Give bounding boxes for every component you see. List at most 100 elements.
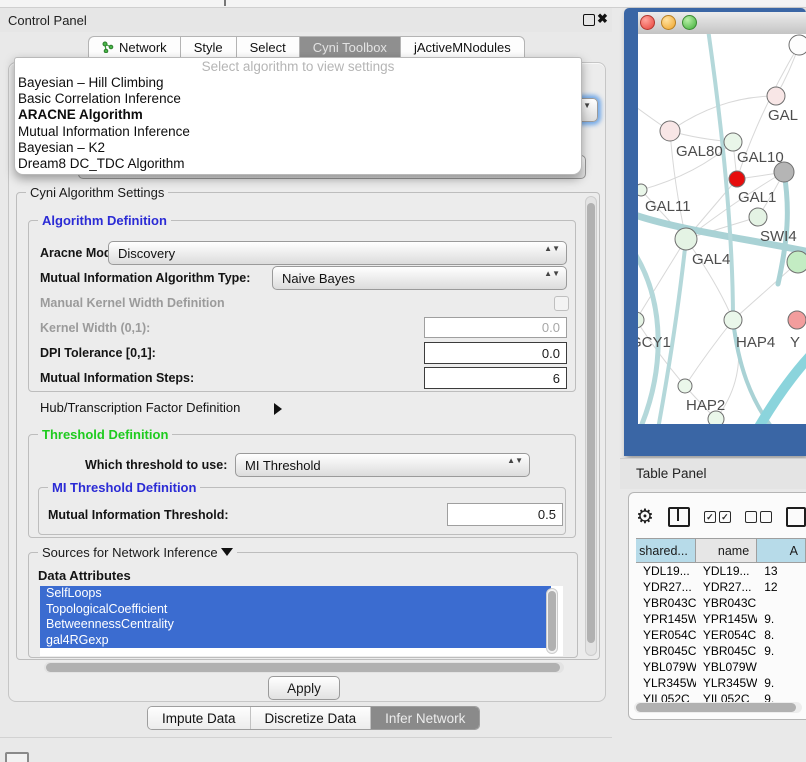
attribute-list-item[interactable]: SelfLoops bbox=[40, 586, 551, 602]
table-row[interactable]: YPR145WYPR145W9. bbox=[636, 611, 806, 627]
network-canvas[interactable]: GALGAL80GAL10GAL1GAL11SWI4GAL4GCY1HAP4YH… bbox=[638, 34, 806, 424]
minimized-panel-icon[interactable] bbox=[5, 752, 29, 762]
close-panel-icon[interactable]: ✖ bbox=[597, 11, 608, 27]
gear-icon[interactable]: ⚙ bbox=[636, 507, 654, 527]
network-edge-thick[interactable] bbox=[658, 239, 686, 424]
network-edge[interactable] bbox=[733, 262, 798, 320]
spinner-arrows-icon: ▲▼ bbox=[507, 457, 523, 465]
settings-hscrollbar[interactable] bbox=[44, 662, 564, 673]
tab-cyni-toolbox[interactable]: Cyni Toolbox bbox=[299, 36, 400, 58]
dpi-tolerance-field[interactable]: 0.0 bbox=[424, 342, 567, 364]
tab-infer-network[interactable]: Infer Network bbox=[371, 707, 479, 729]
mi-steps-label: Mutual Information Steps: bbox=[40, 371, 194, 385]
network-node[interactable] bbox=[638, 312, 644, 328]
hub-expand-arrow-icon[interactable] bbox=[274, 400, 282, 418]
mi-steps-field[interactable]: 6 bbox=[424, 367, 567, 389]
kernel-width-field[interactable]: 0.0 bbox=[424, 317, 567, 338]
table-cell: 9. bbox=[757, 611, 806, 627]
algorithm-option[interactable]: Bayesian – K2 bbox=[15, 140, 581, 156]
algorithm-option[interactable]: Basic Correlation Inference bbox=[15, 91, 581, 107]
attributes-scrollbar-thumb[interactable] bbox=[548, 591, 556, 651]
network-canvas-container: GALGAL80GAL10GAL1GAL11SWI4GAL4GCY1HAP4YH… bbox=[638, 34, 806, 424]
float-panel-icon[interactable] bbox=[583, 14, 595, 26]
table-row[interactable]: YLR345WYLR345W9. bbox=[636, 675, 806, 691]
network-node[interactable] bbox=[675, 228, 697, 250]
table-cell bbox=[757, 659, 806, 675]
network-node[interactable] bbox=[787, 251, 806, 273]
aracne-mode-combo[interactable]: Discovery ▲▼ bbox=[108, 241, 567, 265]
network-node[interactable] bbox=[660, 121, 680, 141]
algorithm-option[interactable]: Bayesian – Hill Climbing bbox=[15, 75, 581, 91]
table-column-header[interactable]: shared... bbox=[636, 539, 696, 562]
settings-scrollbar[interactable] bbox=[585, 196, 597, 656]
tab-style[interactable]: Style bbox=[180, 36, 236, 58]
tab-select[interactable]: Select bbox=[236, 36, 299, 58]
table-row[interactable]: YDR27...YDR27...12 bbox=[636, 579, 806, 595]
network-node[interactable] bbox=[638, 184, 647, 196]
network-edge[interactable] bbox=[685, 320, 733, 386]
algorithm-option[interactable]: ARACNE Algorithm bbox=[15, 107, 581, 123]
table-row[interactable]: YER054CYER054C8. bbox=[636, 627, 806, 643]
table-row[interactable]: YBL079WYBL079W bbox=[636, 659, 806, 675]
network-edge[interactable] bbox=[670, 96, 776, 131]
table-column-header[interactable]: A bbox=[757, 539, 806, 562]
attribute-list-item[interactable]: gal4RGexp bbox=[40, 633, 551, 649]
algorithm-option[interactable]: Dream8 DC_TDC Algorithm bbox=[15, 156, 581, 172]
spinner-arrows-icon: ▲▼ bbox=[544, 270, 560, 278]
table-row[interactable]: YBR043CYBR043C bbox=[636, 595, 806, 611]
mi-algorithm-type-combo[interactable]: Naive Bayes ▲▼ bbox=[272, 266, 567, 290]
table-mode-icon[interactable] bbox=[786, 507, 806, 527]
window-minimize-button[interactable] bbox=[661, 15, 676, 30]
network-node[interactable] bbox=[789, 35, 806, 55]
which-threshold-combo[interactable]: MI Threshold ▲▼ bbox=[235, 453, 530, 477]
table-row[interactable]: YBR045CYBR045C9. bbox=[636, 643, 806, 659]
manual-kernel-width-checkbox[interactable] bbox=[554, 296, 569, 311]
network-edge-thick[interactable] bbox=[756, 354, 806, 424]
network-node[interactable] bbox=[788, 311, 806, 329]
network-node-label: GAL4 bbox=[692, 251, 730, 268]
algorithm-option[interactable]: Mutual Information Inference bbox=[15, 124, 581, 140]
tab-discretize-data[interactable]: Discretize Data bbox=[251, 707, 372, 729]
network-node-label: GCY1 bbox=[638, 334, 671, 351]
attribute-list-item[interactable]: BetweennessCentrality bbox=[40, 617, 551, 633]
attributes-scrollbar[interactable] bbox=[546, 588, 558, 654]
table-hscrollbar[interactable] bbox=[634, 702, 802, 713]
select-all-checkboxes-icon[interactable]: ✓✓ bbox=[704, 511, 731, 523]
network-node[interactable] bbox=[767, 87, 785, 105]
network-node-label: GAL11 bbox=[645, 198, 691, 215]
tab-network[interactable]: Network bbox=[88, 36, 180, 58]
table-cell: YER054C bbox=[696, 627, 757, 643]
top-divider bbox=[224, 0, 226, 6]
window-close-button[interactable] bbox=[640, 15, 655, 30]
table-cell: YDL19... bbox=[636, 563, 696, 579]
network-edge[interactable] bbox=[638, 320, 685, 386]
table-hscrollbar-thumb[interactable] bbox=[636, 703, 796, 712]
panel-bottom-divider bbox=[0, 737, 612, 738]
table-column-header[interactable]: name bbox=[696, 539, 757, 562]
network-icon bbox=[102, 41, 114, 53]
apply-button[interactable]: Apply bbox=[268, 676, 340, 700]
network-node[interactable] bbox=[724, 311, 742, 329]
table-cell: YDR27... bbox=[696, 579, 757, 595]
tab-impute-data[interactable]: Impute Data bbox=[148, 707, 251, 729]
attribute-list-item[interactable]: TopologicalCoefficient bbox=[40, 602, 551, 618]
table-cell: YPR145W bbox=[636, 611, 696, 627]
sources-collapse-arrow-icon[interactable] bbox=[221, 548, 233, 556]
network-node[interactable] bbox=[749, 208, 767, 226]
data-attributes-list[interactable]: SelfLoopsTopologicalCoefficientBetweenne… bbox=[40, 586, 563, 656]
network-node[interactable] bbox=[729, 171, 745, 187]
manual-kernel-width-label: Manual Kernel Width Definition bbox=[40, 296, 225, 310]
window-zoom-button[interactable] bbox=[682, 15, 697, 30]
tab-jactivemnodules[interactable]: jActiveMNodules bbox=[400, 36, 525, 58]
settings-hscrollbar-thumb[interactable] bbox=[46, 663, 560, 672]
threshold-definition-title: Threshold Definition bbox=[38, 427, 172, 442]
network-node[interactable] bbox=[678, 379, 692, 393]
mi-threshold-field[interactable]: 0.5 bbox=[447, 503, 563, 526]
bottom-tabs: Impute Data Discretize Data Infer Networ… bbox=[147, 706, 480, 730]
table-row[interactable]: YDL19...YDL19...13 bbox=[636, 563, 806, 579]
settings-scrollbar-thumb[interactable] bbox=[587, 203, 595, 643]
mi-threshold-definition-title: MI Threshold Definition bbox=[48, 480, 200, 495]
deselect-all-checkboxes-icon[interactable] bbox=[745, 511, 772, 523]
table-body: YDL19...YDL19...13YDR27...YDR27...12YBR0… bbox=[636, 563, 806, 725]
column-layout-icon[interactable] bbox=[668, 507, 690, 527]
